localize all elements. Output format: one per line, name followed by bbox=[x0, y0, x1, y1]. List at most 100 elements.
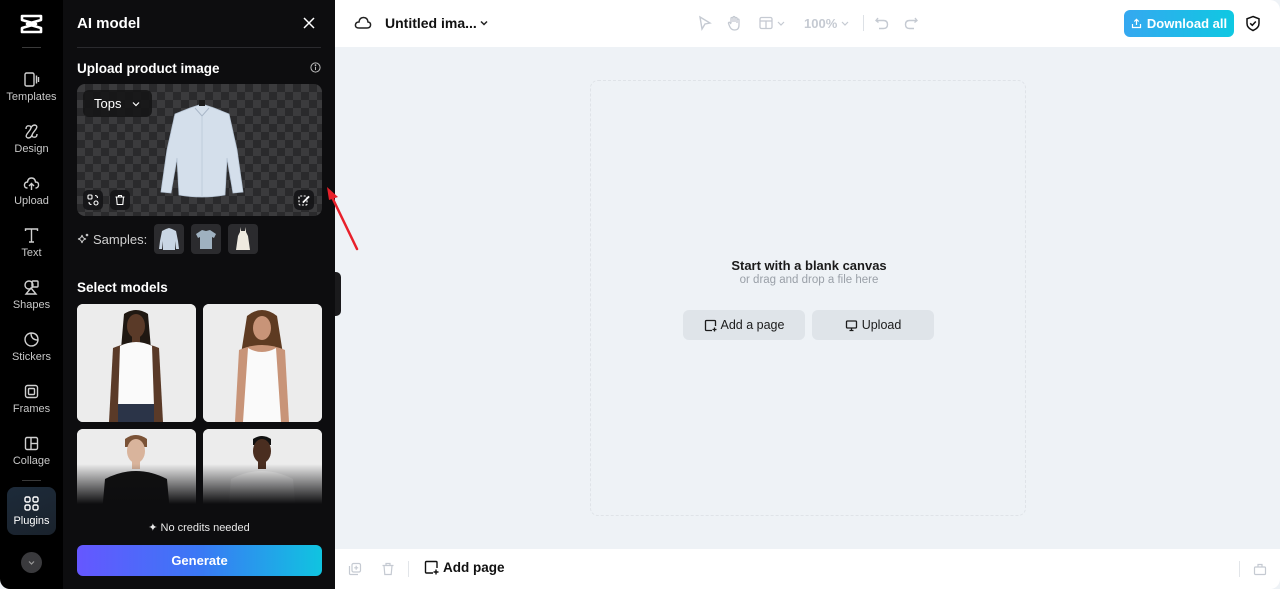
rail-item-upload[interactable]: Upload bbox=[0, 173, 63, 221]
add-a-page-label: Add a page bbox=[720, 318, 785, 332]
edit-brush-icon bbox=[298, 195, 310, 206]
info-icon[interactable] bbox=[310, 62, 321, 73]
rail-item-plugins[interactable]: Plugins bbox=[7, 487, 56, 535]
close-icon[interactable] bbox=[301, 15, 317, 31]
edit-image-button[interactable] bbox=[294, 190, 314, 210]
bottom-bar: Add page bbox=[335, 549, 1280, 589]
sparkle-star-icon: ✦ bbox=[148, 522, 161, 534]
rail-item-text[interactable]: Text bbox=[0, 225, 63, 273]
model-card-1[interactable] bbox=[77, 304, 196, 422]
rail-item-label: Frames bbox=[12, 403, 51, 415]
capcut-logo-icon[interactable] bbox=[19, 12, 44, 36]
layout-icon[interactable] bbox=[758, 15, 774, 31]
duplicate-page-icon[interactable] bbox=[348, 562, 362, 576]
rail-divider bbox=[22, 47, 41, 48]
monitor-icon bbox=[845, 319, 857, 331]
select-pointer-icon[interactable] bbox=[697, 15, 713, 31]
sample-shirt[interactable] bbox=[154, 224, 185, 254]
rail-item-design[interactable]: Design bbox=[0, 121, 63, 169]
add-page-icon bbox=[424, 560, 439, 575]
upload-label: Upload bbox=[861, 318, 902, 332]
add-page-button[interactable]: Add page bbox=[424, 560, 505, 575]
product-image-preview[interactable]: Tops bbox=[77, 84, 322, 216]
chevron-down-icon[interactable] bbox=[840, 15, 850, 31]
chevron-down-icon[interactable] bbox=[478, 17, 490, 29]
category-select-value: Tops bbox=[94, 96, 122, 111]
model-image bbox=[203, 304, 322, 422]
rail-item-collage[interactable]: Collage bbox=[0, 433, 63, 481]
rail-item-label: Stickers bbox=[11, 351, 52, 363]
models-grid bbox=[77, 304, 322, 504]
rail-item-stickers[interactable]: Stickers bbox=[0, 329, 63, 377]
rail-item-shapes[interactable]: Shapes bbox=[0, 277, 63, 325]
model-image bbox=[77, 429, 196, 504]
frames-icon bbox=[24, 384, 39, 399]
add-a-page-button[interactable]: Add a page bbox=[683, 310, 805, 340]
rail-item-label: Templates bbox=[6, 91, 57, 103]
upload-button[interactable]: Upload bbox=[812, 310, 934, 340]
rail-item-templates[interactable]: Templates bbox=[0, 69, 63, 117]
cloud-icon[interactable] bbox=[354, 15, 372, 31]
plugins-icon bbox=[24, 496, 39, 511]
blank-canvas-title: Start with a blank canvas bbox=[731, 258, 887, 273]
shapes-icon bbox=[24, 280, 39, 295]
sparkle-icon bbox=[77, 233, 89, 244]
models-section-title: Select models bbox=[77, 280, 168, 295]
download-all-button[interactable]: Download all bbox=[1124, 10, 1234, 37]
download-all-label: Download all bbox=[1146, 16, 1228, 31]
tshirt-sample-image bbox=[196, 230, 217, 249]
page-panel-toggle-icon[interactable] bbox=[1253, 562, 1267, 576]
upload-section-title: Upload product image bbox=[77, 61, 220, 76]
undo-icon[interactable] bbox=[874, 15, 890, 31]
delete-page-icon[interactable] bbox=[381, 562, 395, 576]
swap-icon bbox=[87, 194, 99, 206]
panel-divider bbox=[77, 47, 321, 48]
trash-icon bbox=[115, 194, 125, 206]
redo-icon[interactable] bbox=[903, 15, 919, 31]
toolbar-divider bbox=[863, 15, 864, 31]
rail-item-label: Text bbox=[21, 247, 42, 259]
blank-canvas-dropzone[interactable]: Start with a blank canvas or drag and dr… bbox=[590, 80, 1026, 516]
templates-icon bbox=[24, 72, 40, 87]
chevron-down-icon[interactable] bbox=[776, 15, 786, 31]
model-card-4[interactable] bbox=[203, 429, 322, 504]
rail-item-label: Shapes bbox=[12, 299, 51, 311]
samples-label: Samples: bbox=[93, 231, 148, 247]
export-icon bbox=[1131, 18, 1142, 29]
model-card-3[interactable] bbox=[77, 429, 196, 504]
document-title[interactable]: Untitled ima... bbox=[385, 15, 477, 31]
category-select[interactable]: Tops bbox=[83, 90, 152, 117]
rail-more-button[interactable] bbox=[21, 552, 42, 573]
credits-text: No credits needed bbox=[160, 522, 250, 534]
delete-image-button[interactable] bbox=[110, 190, 130, 210]
zoom-level[interactable]: 100% bbox=[804, 16, 837, 31]
rail-item-label: Design bbox=[14, 143, 49, 155]
product-shirt-image bbox=[160, 100, 244, 198]
shield-check-icon[interactable] bbox=[1245, 15, 1261, 32]
add-page-label: Add page bbox=[443, 560, 505, 575]
rail-item-frames[interactable]: Frames bbox=[0, 381, 63, 429]
stickers-icon bbox=[24, 332, 39, 347]
hand-pan-icon[interactable] bbox=[726, 15, 742, 31]
ai-model-panel: AI model Upload product image Tops Sampl… bbox=[63, 0, 335, 589]
panel-title: AI model bbox=[77, 15, 141, 32]
sample-dress[interactable] bbox=[228, 224, 259, 254]
replace-image-button[interactable] bbox=[83, 190, 103, 210]
rail-item-label: Upload bbox=[14, 195, 49, 207]
rail-divider bbox=[22, 480, 41, 481]
rail-item-label: Plugins bbox=[13, 515, 50, 527]
left-rail: Templates Design Upload Text Shapes Stic… bbox=[0, 0, 63, 589]
panel-collapse-handle[interactable] bbox=[335, 272, 341, 316]
collage-icon bbox=[24, 436, 39, 451]
generate-button[interactable]: Generate bbox=[77, 545, 322, 576]
shirt-sample-image bbox=[159, 228, 180, 250]
top-bar: Untitled ima... 100% Download all bbox=[335, 0, 1280, 47]
upload-cloud-icon bbox=[23, 177, 40, 190]
add-page-icon bbox=[704, 319, 717, 331]
model-card-2[interactable] bbox=[203, 304, 322, 422]
app-root: Templates Design Upload Text Shapes Stic… bbox=[0, 0, 1280, 589]
model-image bbox=[77, 304, 196, 422]
samples-row: Samples: bbox=[77, 224, 265, 254]
chevron-down-icon bbox=[28, 561, 35, 565]
sample-tshirt[interactable] bbox=[191, 224, 222, 254]
